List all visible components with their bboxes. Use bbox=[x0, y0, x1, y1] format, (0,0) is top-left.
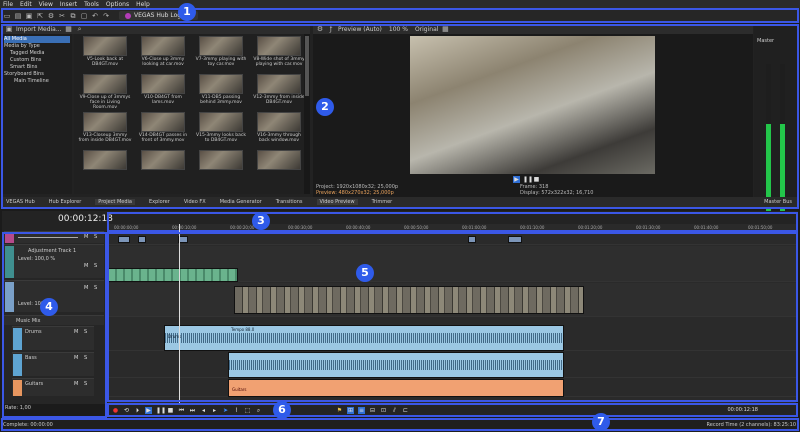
menu-edit[interactable]: Edit bbox=[20, 1, 32, 8]
callout-badge-2: 2 bbox=[316, 98, 334, 116]
callout-box-4 bbox=[2, 232, 107, 418]
menu-view[interactable]: View bbox=[39, 1, 53, 8]
menu-bar: File Edit View Insert Tools Options Help bbox=[0, 0, 800, 8]
menu-help[interactable]: Help bbox=[136, 1, 150, 8]
callout-box-5 bbox=[107, 232, 798, 402]
callout-box-3 bbox=[107, 212, 798, 232]
callout-box-7 bbox=[1, 418, 799, 431]
menu-file[interactable]: File bbox=[3, 1, 13, 8]
callout-badge-1: 1 bbox=[178, 3, 196, 21]
timeline-timecode: 00:00:12:18 bbox=[58, 214, 113, 224]
callout-box-6 bbox=[107, 403, 798, 417]
callout-box-2 bbox=[1, 24, 799, 209]
callout-badge-5: 5 bbox=[356, 264, 374, 282]
menu-options[interactable]: Options bbox=[106, 1, 129, 8]
callout-badge-4: 4 bbox=[40, 298, 58, 316]
callout-badge-3: 3 bbox=[252, 212, 270, 230]
menu-tools[interactable]: Tools bbox=[84, 1, 99, 8]
menu-insert[interactable]: Insert bbox=[60, 1, 77, 8]
callout-badge-6: 6 bbox=[273, 401, 291, 419]
callout-box-1 bbox=[1, 8, 799, 23]
callout-badge-7: 7 bbox=[592, 413, 610, 431]
